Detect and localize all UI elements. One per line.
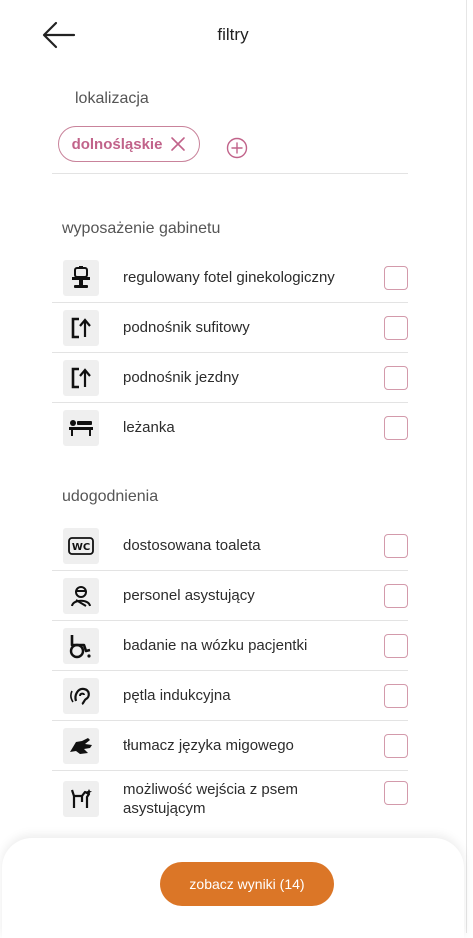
amenities-label: udogodnienia: [62, 488, 159, 505]
list-item[interactable]: regulowany fotel ginekologiczny: [52, 253, 408, 303]
add-location-icon[interactable]: [226, 137, 248, 159]
equipment-list: regulowany fotel ginekologiczny podnośni…: [52, 253, 408, 452]
list-item[interactable]: podnośnik sufitowy: [52, 303, 408, 353]
checkbox[interactable]: [384, 533, 408, 558]
list-item[interactable]: personel asystujący: [52, 571, 408, 621]
svg-text:WC: WC: [72, 542, 90, 553]
list-item-label: badanie na wózku pacjentki: [123, 637, 308, 654]
amenities-list: WC dostosowana toaleta personel asystują…: [52, 521, 408, 827]
ceiling-lift-icon: [63, 309, 99, 346]
list-item-label: personel asystujący: [123, 587, 255, 604]
list-item-label: podnośnik sufitowy: [123, 319, 250, 336]
list-item-label: podnośnik jezdny: [123, 369, 239, 386]
list-item-label: tłumacz języka migowego: [123, 737, 294, 754]
list-item[interactable]: badanie na wózku pacjentki: [52, 621, 408, 671]
wc-icon: WC: [63, 527, 99, 564]
assistant-staff-icon: [63, 577, 99, 614]
hearing-loop-icon: [63, 677, 99, 714]
list-item[interactable]: leżanka: [52, 403, 408, 452]
checkbox[interactable]: [384, 781, 408, 805]
list-item-label: leżanka: [123, 419, 175, 436]
list-item[interactable]: WC dostosowana toaleta: [52, 521, 408, 571]
location-label: lokalizacja: [75, 90, 149, 107]
location-chip[interactable]: dolnośląskie: [58, 126, 200, 162]
list-item-label: możliwość wejścia z psem asystującym: [123, 781, 299, 817]
divider: [52, 173, 408, 174]
list-item[interactable]: pętla indukcyjna: [52, 671, 408, 721]
assistance-dog-icon: [63, 781, 99, 817]
list-item-label: pętla indukcyjna: [123, 687, 231, 704]
checkbox[interactable]: [384, 415, 408, 440]
checkbox[interactable]: [384, 583, 408, 608]
checkbox[interactable]: [384, 315, 408, 340]
list-item[interactable]: podnośnik jezdny: [52, 353, 408, 403]
checkbox[interactable]: [384, 633, 408, 658]
checkbox[interactable]: [384, 683, 408, 708]
wheelchair-icon: [63, 627, 99, 664]
list-item-label: dostosowana toaleta: [123, 537, 261, 554]
location-chip-label: dolnośląskie: [71, 135, 163, 153]
sign-language-icon: [63, 727, 99, 764]
list-item[interactable]: możliwość wejścia z psem asystującym: [52, 771, 408, 827]
list-item-label: regulowany fotel ginekologiczny: [123, 269, 335, 286]
checkbox[interactable]: [384, 265, 408, 290]
checkbox[interactable]: [384, 733, 408, 758]
header: filtry: [0, 0, 466, 72]
close-icon[interactable]: [170, 136, 186, 152]
couch-icon: [63, 409, 99, 446]
page-title: filtry: [217, 25, 249, 44]
equipment-label: wyposażenie gabinetu: [62, 220, 221, 237]
gynecological-chair-icon: [63, 259, 99, 296]
list-item[interactable]: tłumacz języka migowego: [52, 721, 408, 771]
checkbox[interactable]: [384, 365, 408, 390]
show-results-button[interactable]: zobacz wyniki (14): [160, 862, 334, 906]
filters-screen: filtry lokalizacja dolnośląskie wyposaże…: [0, 0, 467, 938]
mobile-lift-icon: [63, 359, 99, 396]
